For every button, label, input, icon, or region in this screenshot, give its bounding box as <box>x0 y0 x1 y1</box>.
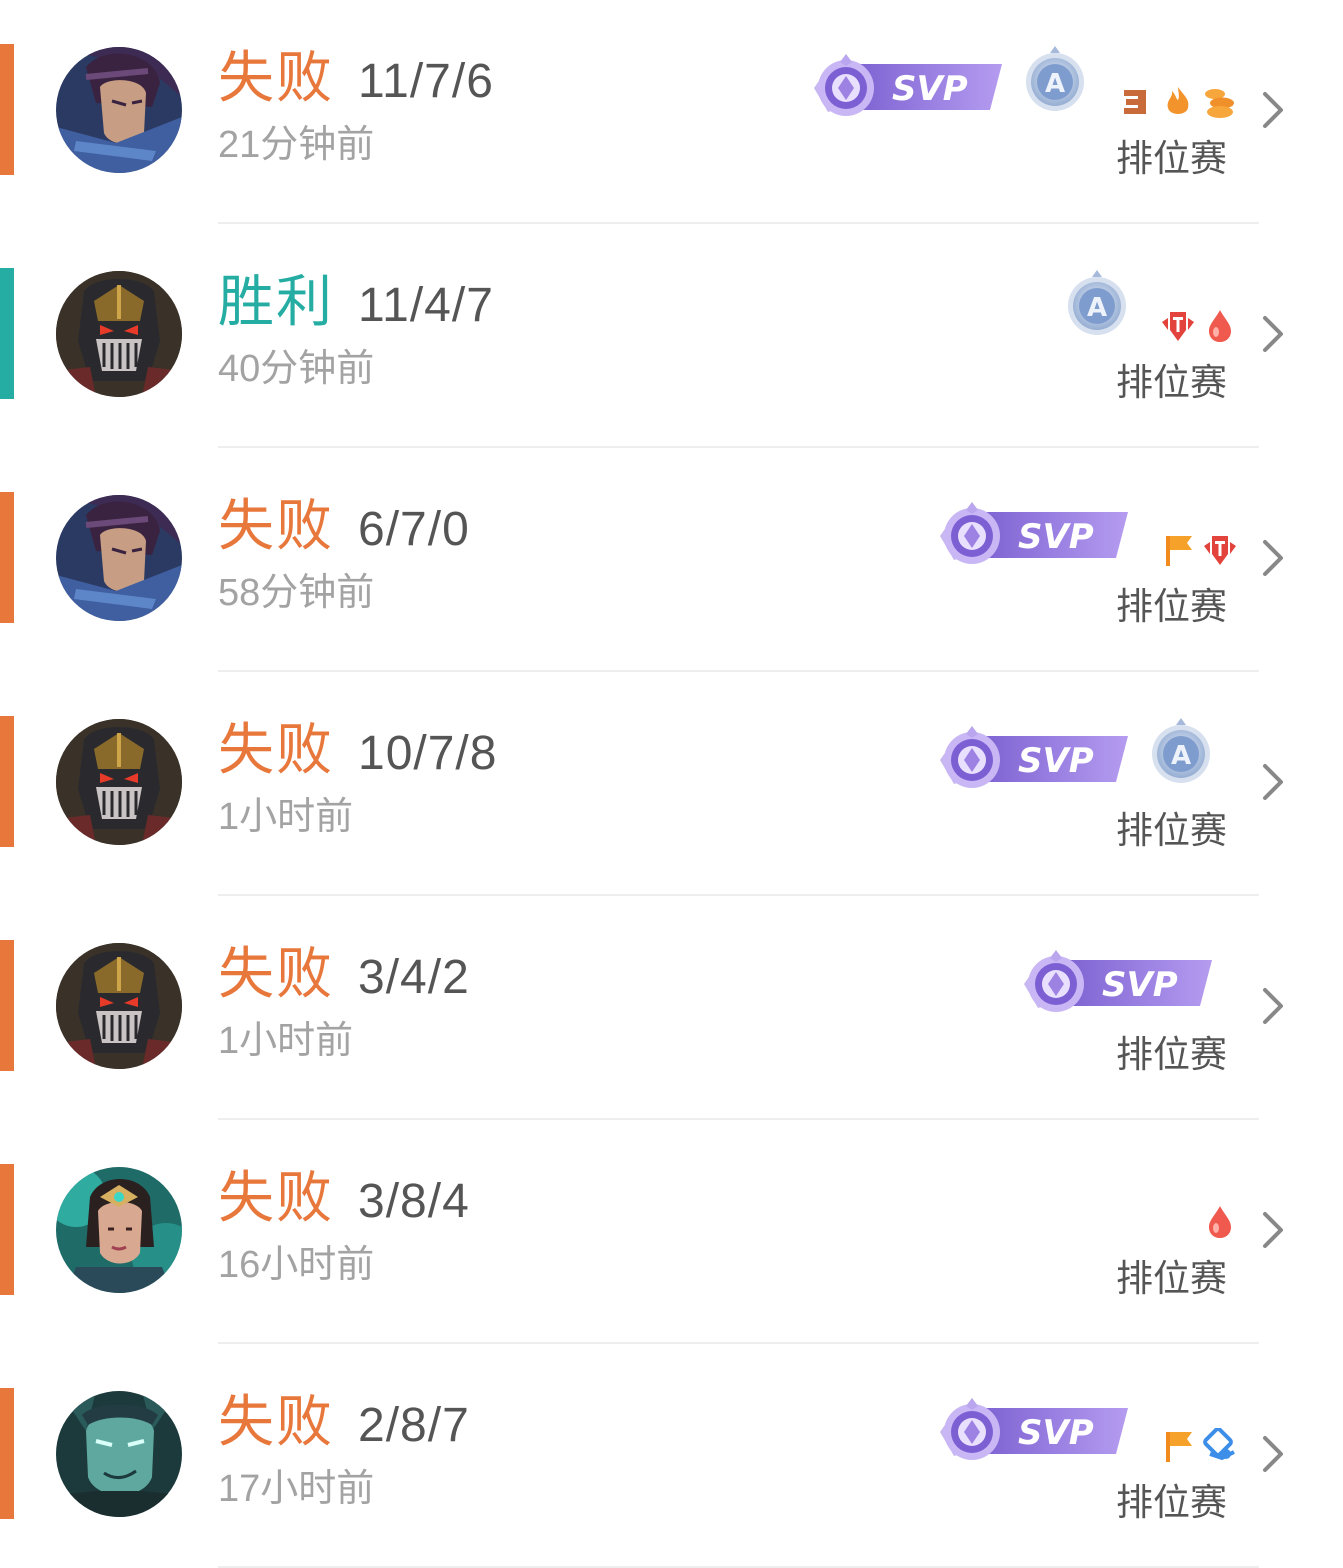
chevron-right-icon[interactable] <box>1260 1210 1286 1250</box>
svp-badge: SVP <box>932 1394 1130 1464</box>
kda-score: 3/8/4 <box>358 1175 470 1228</box>
chevron-right-icon[interactable] <box>1260 1434 1286 1474</box>
result-indicator-bar <box>0 44 14 175</box>
coins-icon <box>1202 84 1238 120</box>
match-row[interactable]: 失败 2/8/7 17小时前 排位赛 SVP <box>0 1344 1343 1568</box>
match-time: 16小时前 <box>218 1244 375 1286</box>
game-mode: 排位赛 <box>1116 1258 1227 1299</box>
fire-icon <box>1160 84 1196 120</box>
match-row[interactable]: 失败 11/7/6 21分钟前 排位赛 SVP A <box>0 0 1343 224</box>
hero-avatar <box>56 1391 182 1517</box>
match-result: 失败 <box>218 1166 334 1229</box>
hero-avatar <box>56 271 182 397</box>
result-indicator-bar <box>0 1164 14 1295</box>
chevron-right-icon[interactable] <box>1260 314 1286 354</box>
svg-text:SVP: SVP <box>892 69 968 109</box>
chevron-right-icon[interactable] <box>1260 762 1286 802</box>
kda-score: 2/8/7 <box>358 1399 470 1452</box>
svp-badge: SVP <box>806 50 1004 120</box>
match-time: 1小时前 <box>218 1020 354 1062</box>
hero-avatar <box>56 943 182 1069</box>
match-result: 胜利 <box>218 270 334 333</box>
match-time: 40分钟前 <box>218 348 375 390</box>
chevron-right-icon[interactable] <box>1260 986 1286 1026</box>
kda-score: 3/4/2 <box>358 951 470 1004</box>
match-row[interactable]: 胜利 11/4/7 40分钟前 排位赛 A <box>0 224 1343 448</box>
match-row[interactable]: 失败 10/7/8 1小时前 排位赛 SVP A <box>0 672 1343 896</box>
rank-a-badge: A <box>1150 716 1212 784</box>
match-row[interactable]: 失败 3/4/2 1小时前 排位赛 SVP <box>0 896 1343 1120</box>
chevron-right-icon[interactable] <box>1260 538 1286 578</box>
match-time: 1小时前 <box>218 796 354 838</box>
match-result: 失败 <box>218 494 334 557</box>
game-mode: 排位赛 <box>1116 1034 1227 1075</box>
blood-drop-icon <box>1202 1204 1238 1240</box>
svg-text:SVP: SVP <box>1102 965 1178 1005</box>
svp-badge: SVP <box>932 498 1130 568</box>
match-result: 失败 <box>218 942 334 1005</box>
svg-text:SVP: SVP <box>1018 517 1094 557</box>
kda-score: 11/7/6 <box>358 55 494 108</box>
svg-text:A: A <box>1171 741 1191 771</box>
rank-a-badge: A <box>1066 268 1128 336</box>
match-time: 58分钟前 <box>218 572 375 614</box>
hero-avatar <box>56 47 182 173</box>
flag-icon <box>1160 532 1196 568</box>
svp-badge: SVP <box>932 722 1130 792</box>
hero-avatar <box>56 495 182 621</box>
svg-text:SVP: SVP <box>1018 741 1094 781</box>
match-result: 失败 <box>218 1390 334 1453</box>
match-row[interactable]: 失败 3/8/4 16小时前 排位赛 <box>0 1120 1343 1344</box>
svg-text:A: A <box>1045 69 1065 99</box>
result-indicator-bar <box>0 492 14 623</box>
result-indicator-bar <box>0 716 14 847</box>
kda-score: 11/4/7 <box>358 279 494 332</box>
blood-drop-icon <box>1202 308 1238 344</box>
rank-a-badge: A <box>1024 44 1086 112</box>
game-mode: 排位赛 <box>1116 362 1227 403</box>
kda-score: 10/7/8 <box>358 727 498 780</box>
svp-badge: SVP <box>1016 946 1214 1016</box>
flag-icon <box>1160 1428 1196 1464</box>
hero-avatar <box>56 1167 182 1293</box>
game-mode: 排位赛 <box>1116 586 1227 627</box>
kda-score: 6/7/0 <box>358 503 470 556</box>
svg-text:A: A <box>1087 293 1107 323</box>
vision-icon <box>1202 1427 1238 1464</box>
match-time: 21分钟前 <box>218 124 375 166</box>
chevron-right-icon[interactable] <box>1260 90 1286 130</box>
match-result: 失败 <box>218 718 334 781</box>
tower-icon <box>1160 308 1196 344</box>
match-row[interactable]: 失败 6/7/0 58分钟前 排位赛 SVP <box>0 448 1343 672</box>
tower-icon <box>1202 532 1238 568</box>
hero-avatar <box>56 719 182 845</box>
triple-kill-icon <box>1118 84 1154 120</box>
result-indicator-bar <box>0 268 14 399</box>
game-mode: 排位赛 <box>1116 810 1227 851</box>
result-indicator-bar <box>0 1388 14 1519</box>
game-mode: 排位赛 <box>1116 1482 1227 1523</box>
match-time: 17小时前 <box>218 1468 375 1510</box>
svg-text:SVP: SVP <box>1018 1413 1094 1453</box>
game-mode: 排位赛 <box>1116 138 1227 179</box>
match-result: 失败 <box>218 46 334 109</box>
result-indicator-bar <box>0 940 14 1071</box>
match-history-list: 失败 11/7/6 21分钟前 排位赛 SVP A 胜利 11/4/7 40分钟… <box>0 0 1343 1568</box>
